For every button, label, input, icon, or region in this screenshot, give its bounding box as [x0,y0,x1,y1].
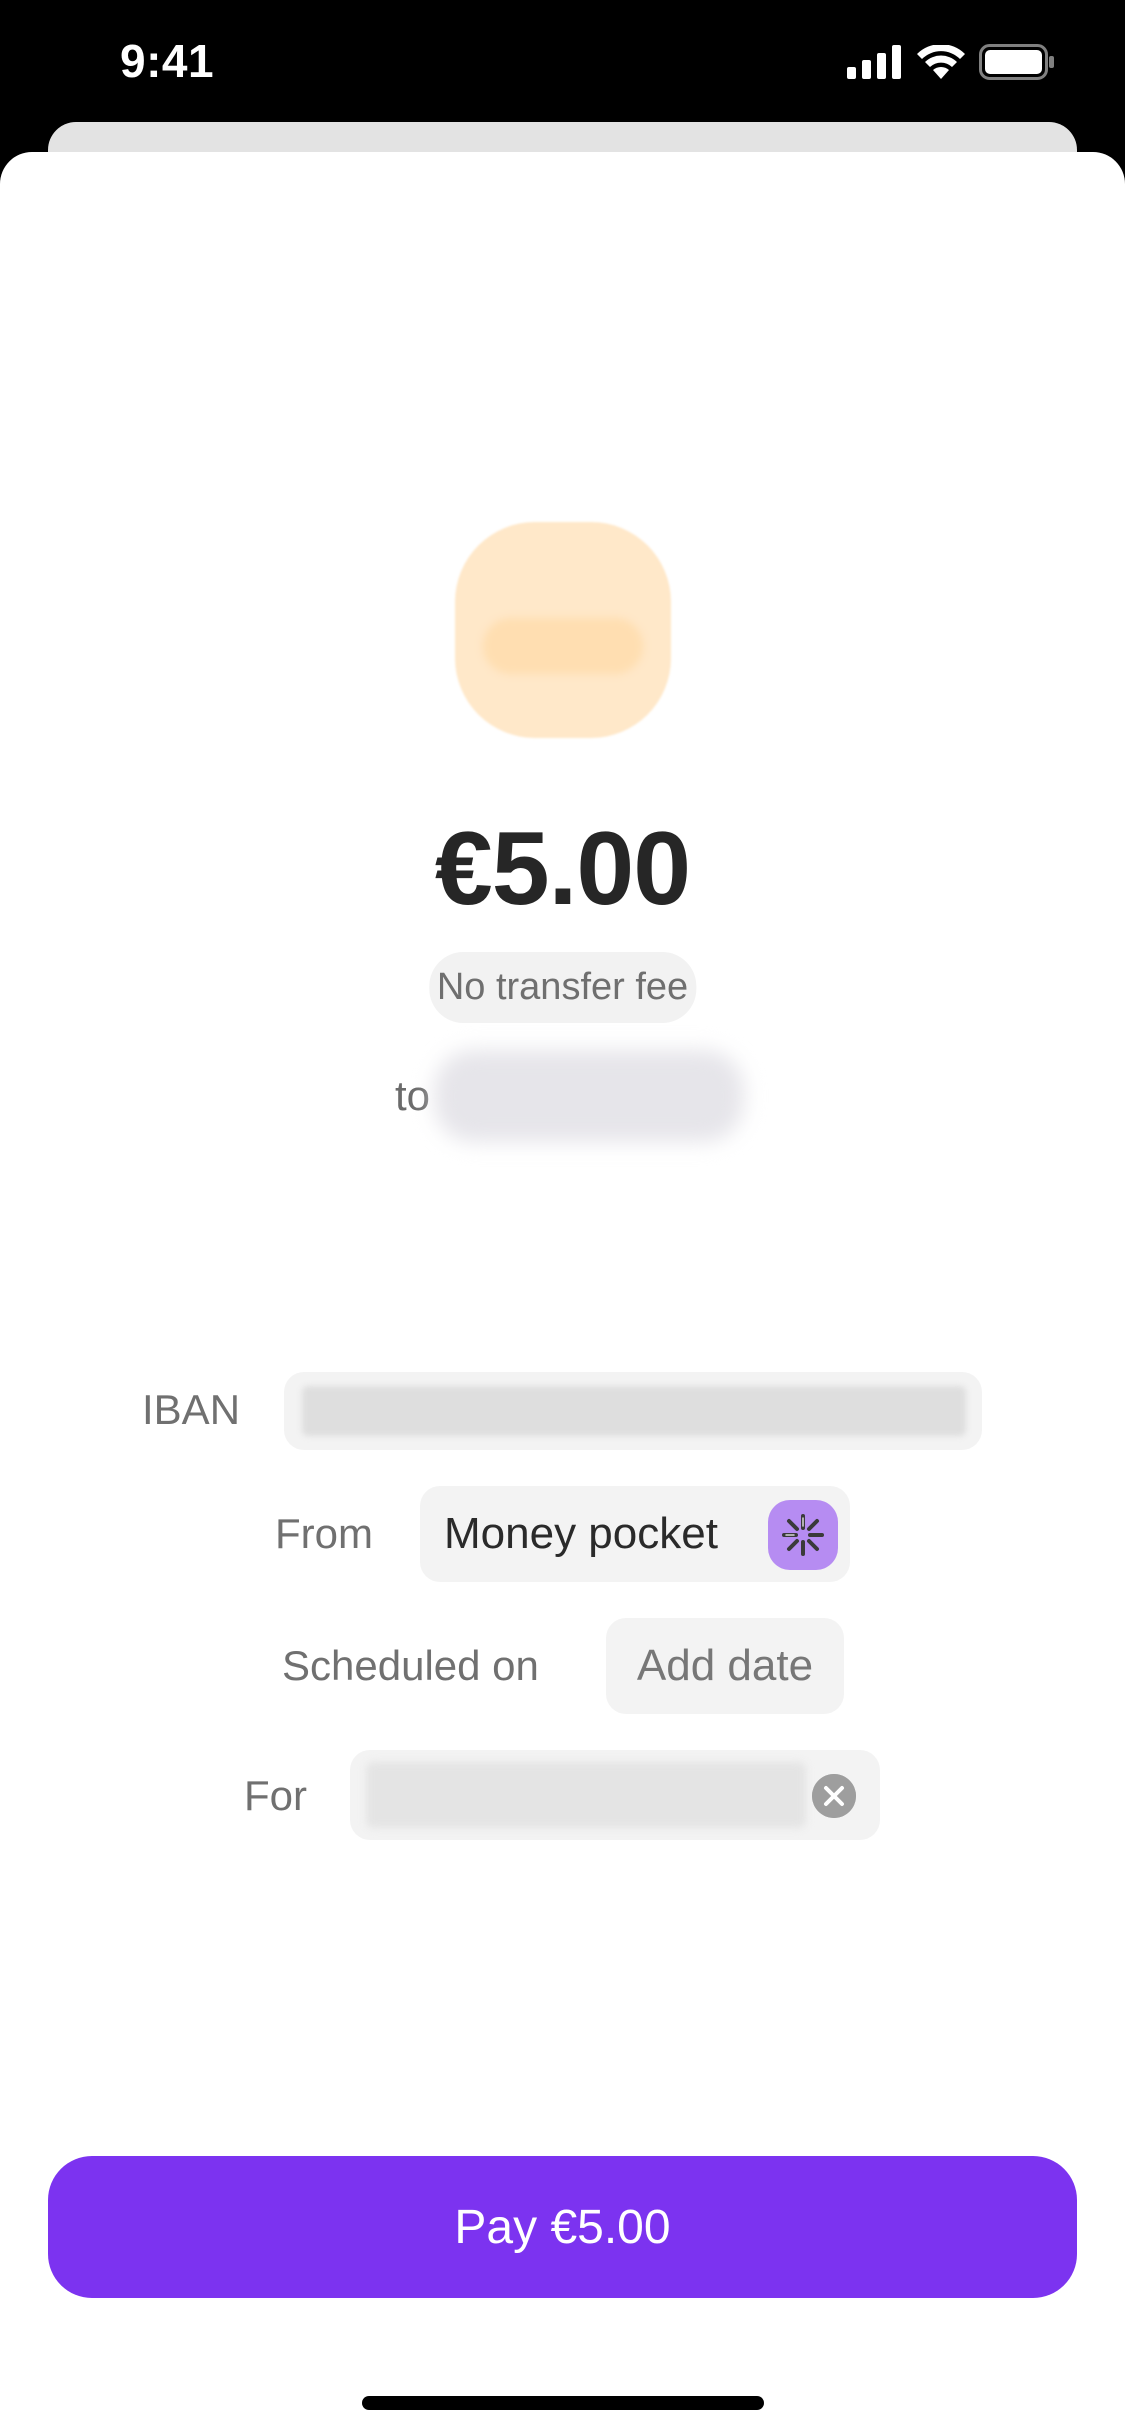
status-time: 9:41 [120,35,215,87]
pocket-icon [768,1500,838,1570]
signal-icon [847,45,903,84]
payment-sheet [0,152,1125,2436]
scheduled-on-label: Scheduled on [282,1642,539,1689]
clear-icon[interactable] [812,1774,856,1818]
from-account-name: Money pocket [444,1509,718,1558]
recipient-row: to [395,1050,745,1142]
add-date-label: Add date [636,1641,814,1690]
pay-button[interactable]: Pay €5.00 [48,2156,1077,2298]
from-account-selector[interactable]: Money pocket [420,1486,850,1582]
from-label: From [275,1510,373,1557]
fee-badge: No transfer fee [428,952,697,1023]
status-icons [847,44,1055,85]
battery-icon [979,44,1055,85]
add-date-button[interactable]: Add date [606,1618,844,1714]
to-label: to [395,1072,431,1119]
reference-field[interactable] [350,1750,880,1840]
iban-value-redacted [302,1386,966,1436]
recipient-logo [455,522,671,738]
for-label: For [244,1772,307,1819]
wifi-icon [917,44,965,84]
reference-value-redacted [366,1762,806,1828]
iban-field [284,1372,982,1450]
recipient-name-redacted [434,1050,745,1142]
payment-amount: €5.00 [434,811,691,927]
iban-label: IBAN [142,1386,241,1433]
home-indicator [362,2396,764,2410]
payment-confirmation-screen: 9:41 €5.00 No transfer fee to IBAN From … [0,0,1125,2436]
status-bar: 9:41 [0,0,1125,124]
